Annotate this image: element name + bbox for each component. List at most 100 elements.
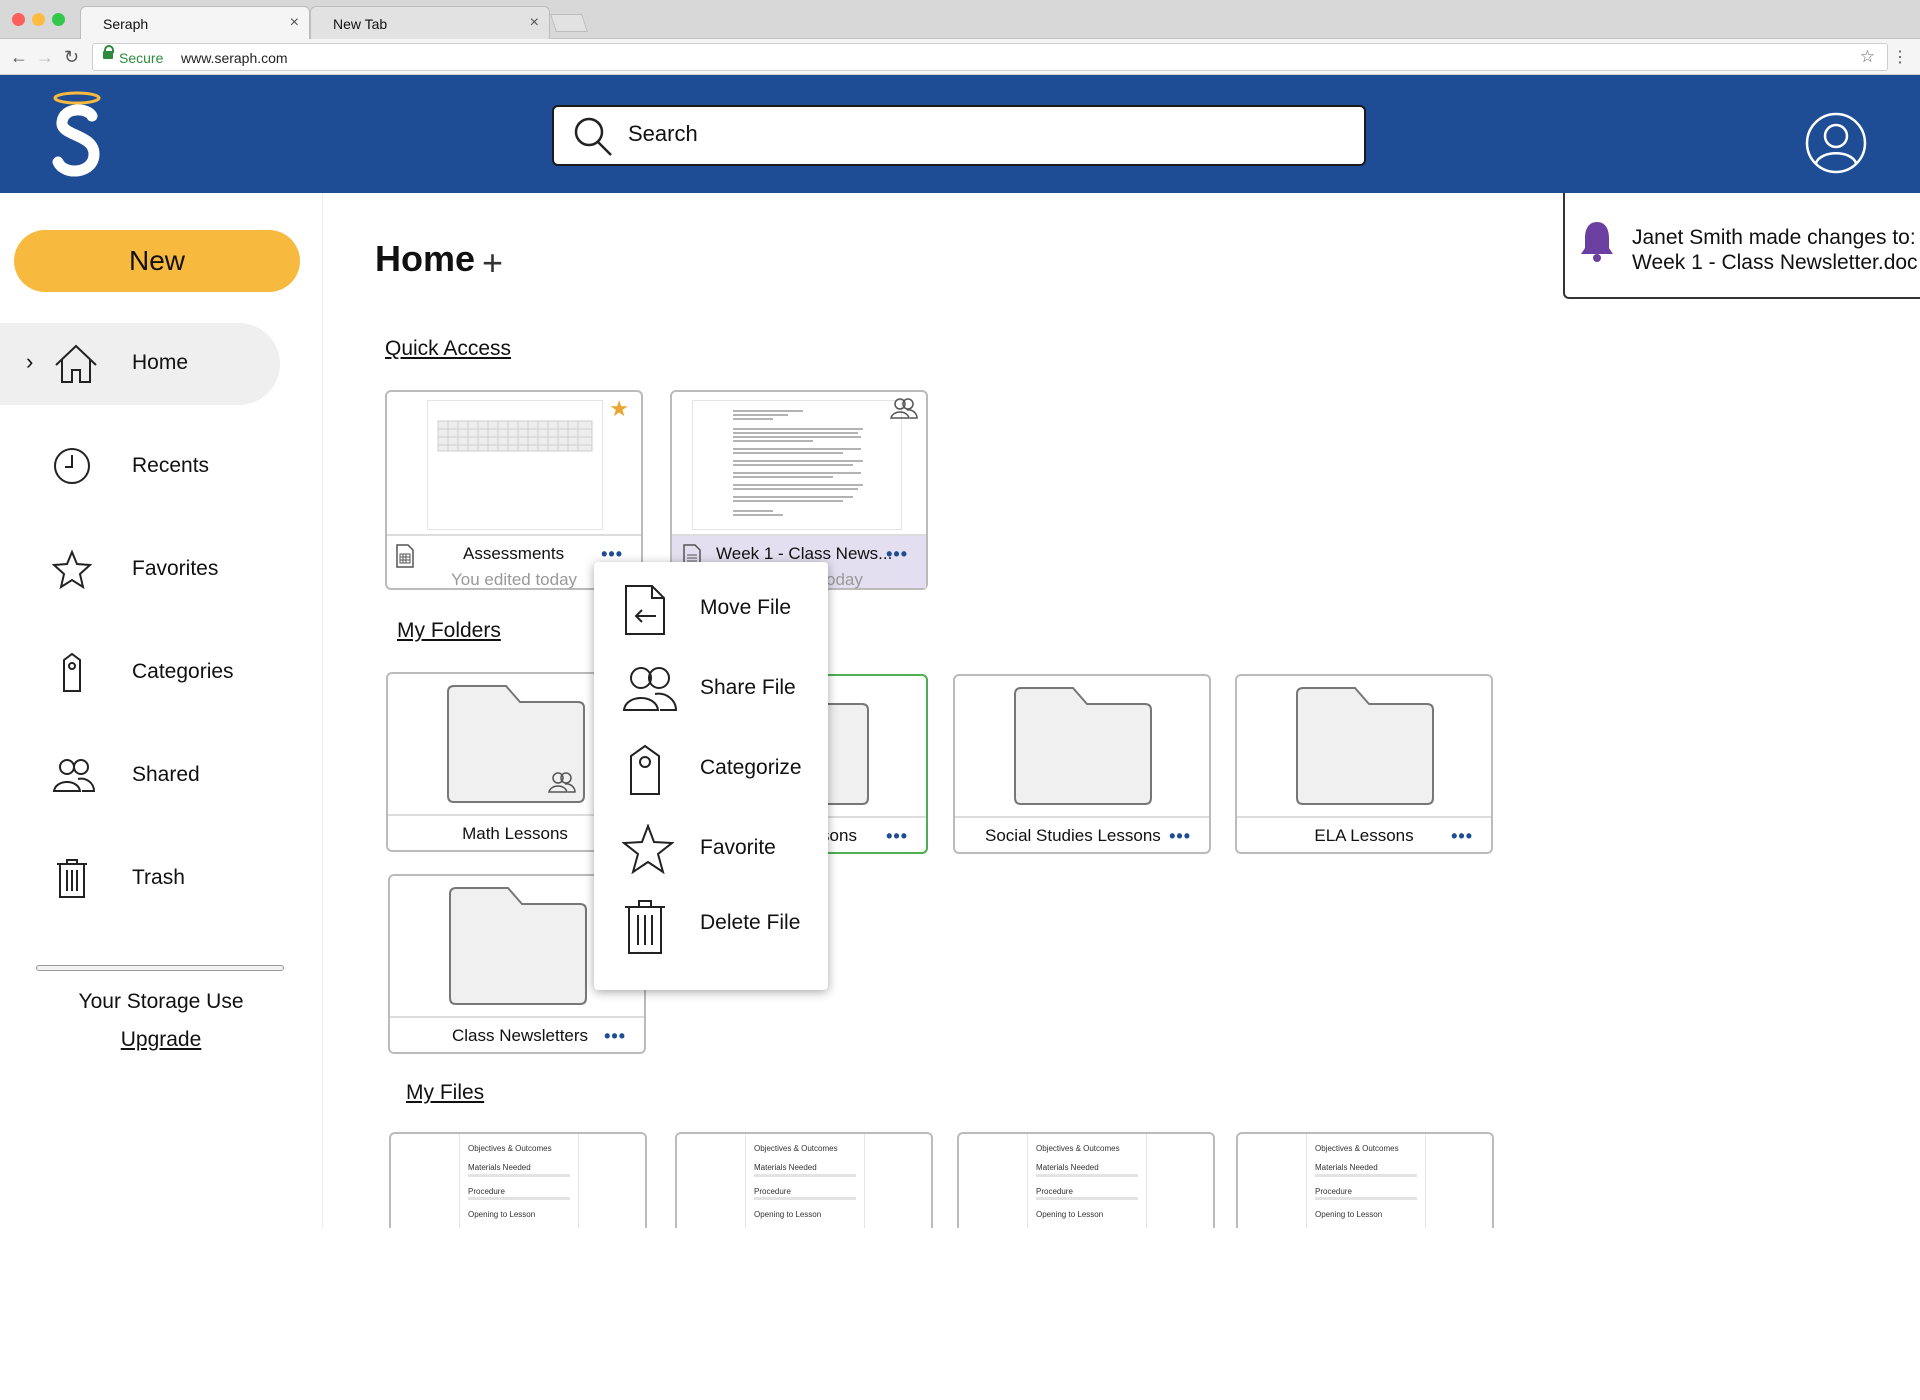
share-people-icon [622, 667, 678, 711]
document-thumbnail [692, 400, 902, 530]
tab-new-tab[interactable]: New Tab × [310, 6, 550, 39]
browser-menu-icon[interactable]: ⋮ [1892, 47, 1908, 67]
file-card[interactable]: Objectives & Outcomes Materials Needed P… [675, 1132, 933, 1232]
menu-item-share-file[interactable]: Share File [594, 652, 828, 728]
reload-icon[interactable]: ↻ [64, 47, 79, 68]
user-avatar-icon[interactable] [1805, 112, 1867, 174]
menu-item-favorite[interactable]: Favorite [594, 812, 828, 888]
sidebar-item-trash[interactable]: Trash [0, 838, 280, 920]
folder-ela-lessons[interactable]: ELA Lessons ••• [1235, 674, 1493, 854]
sidebar-item-label: Shared [132, 763, 200, 786]
preview-line: Opening to Lesson [754, 1210, 822, 1219]
sidebar-divider [322, 193, 323, 1228]
maximize-window-button[interactable] [52, 13, 65, 26]
folder-icon [1014, 687, 1152, 805]
preview-line: Objectives & Outcomes [754, 1144, 838, 1153]
tag-icon [630, 744, 660, 795]
search-input[interactable] [628, 121, 1328, 147]
close-tab-icon[interactable]: × [290, 14, 299, 32]
sidebar-item-recents[interactable]: Recents [0, 426, 280, 508]
file-card[interactable]: Objectives & Outcomes Materials Needed P… [957, 1132, 1215, 1232]
file-card[interactable]: Objectives & Outcomes Materials Needed P… [389, 1132, 647, 1232]
folder-social-studies-lessons[interactable]: Social Studies Lessons ••• [953, 674, 1211, 854]
card-name: Week 1 - Class News... [716, 544, 893, 563]
storage-usage-bar [36, 965, 284, 971]
url-text: www.seraph.com [181, 50, 288, 66]
address-bar-row: ← → ↻ Secure www.seraph.com ☆ ⋮ [0, 39, 1920, 75]
quick-access-card-assessments[interactable]: ★ Assessments ••• You edited today [385, 390, 643, 590]
menu-item-categorize[interactable]: Categorize [594, 732, 828, 808]
more-options-button[interactable]: ••• [604, 1026, 626, 1047]
app-header [0, 75, 1920, 193]
close-tab-icon[interactable]: × [530, 14, 539, 32]
bell-icon [1581, 222, 1613, 262]
back-arrow-icon[interactable]: ← [10, 47, 28, 68]
tab-seraph[interactable]: Seraph × [80, 6, 310, 39]
sidebar-item-home[interactable]: › Home [0, 323, 280, 405]
menu-item-delete-file[interactable]: Delete File [594, 887, 828, 963]
quick-access-heading[interactable]: Quick Access [385, 337, 511, 361]
add-button[interactable]: + [482, 242, 503, 284]
preview-text-line [1036, 1197, 1138, 1200]
bookmark-star-icon[interactable]: ☆ [1860, 47, 1875, 67]
new-button[interactable]: New [14, 230, 300, 292]
forward-arrow-icon[interactable]: → [36, 47, 54, 68]
people-icon [52, 759, 96, 792]
folder-icon [1296, 687, 1434, 805]
preview-line: Materials Needed [468, 1163, 531, 1172]
star-icon [52, 549, 92, 589]
sidebar-item-label: Home [132, 351, 189, 374]
sidebar-item-label: Categories [132, 660, 234, 683]
seraph-logo[interactable] [50, 90, 104, 182]
tab-title: New Tab [333, 16, 388, 32]
my-files-heading[interactable]: My Files [406, 1081, 484, 1105]
search-bar[interactable] [552, 105, 1366, 166]
more-options-button[interactable]: ••• [1169, 826, 1191, 847]
shared-icon [890, 398, 918, 419]
more-options-button[interactable]: ••• [886, 826, 908, 847]
menu-item-label: Favorite [700, 836, 776, 859]
preview-line: Materials Needed [754, 1163, 817, 1172]
minimize-window-button[interactable] [32, 13, 45, 26]
trash-icon [57, 859, 87, 898]
preview-line: Materials Needed [1036, 1163, 1099, 1172]
address-bar[interactable]: Secure www.seraph.com ☆ [92, 43, 1888, 71]
more-options-button[interactable]: ••• [886, 544, 908, 565]
sidebar-item-favorites[interactable]: Favorites [0, 529, 280, 611]
favorite-star-icon[interactable]: ★ [609, 396, 629, 422]
notification-line-2: Week 1 - Class Newsletter.doc [1632, 251, 1918, 274]
tag-icon [63, 652, 81, 692]
sidebar-item-categories[interactable]: Categories [0, 632, 280, 714]
notification-line-1: Janet Smith made changes to: [1632, 226, 1916, 249]
storage-label: Your Storage Use [78, 990, 244, 1013]
my-folders-heading[interactable]: My Folders [397, 619, 501, 643]
preview-text-line [468, 1174, 570, 1177]
shared-icon [548, 772, 576, 793]
card-name: Assessments [463, 544, 565, 563]
spreadsheet-thumbnail [427, 400, 603, 530]
page-title: Home [375, 238, 476, 279]
quick-access-card-week1[interactable]: Week 1 - Class News... ••• oday [670, 390, 928, 590]
more-options-button[interactable]: ••• [1451, 826, 1473, 847]
preview-line: Opening to Lesson [1036, 1210, 1104, 1219]
notification-message: Janet Smith made changes to: Week 1 - Cl… [1632, 225, 1918, 275]
tab-title: Seraph [103, 16, 149, 32]
page-bottom-area [0, 1228, 1920, 1400]
new-tab-button[interactable] [550, 14, 588, 32]
menu-item-move-file[interactable]: Move File [594, 572, 828, 648]
file-card[interactable]: Objectives & Outcomes Materials Needed P… [1236, 1132, 1494, 1232]
preview-line: Opening to Lesson [1315, 1210, 1383, 1219]
secure-label: Secure [119, 50, 164, 66]
menu-item-label: Move File [700, 596, 792, 619]
browser-tab-bar: Seraph × New Tab × [0, 0, 1920, 39]
preview-line: Materials Needed [1315, 1163, 1378, 1172]
preview-text-line [754, 1197, 856, 1200]
preview-line: Procedure [1036, 1187, 1073, 1196]
upgrade-link[interactable]: Upgrade [0, 1028, 322, 1052]
preview-line: Opening to Lesson [468, 1210, 536, 1219]
notification-toast[interactable]: Janet Smith made changes to: Week 1 - Cl… [1563, 193, 1920, 299]
sidebar-item-shared[interactable]: Shared [0, 735, 280, 817]
close-window-button[interactable] [12, 13, 25, 26]
preview-text-line [1036, 1174, 1138, 1177]
preview-line: Objectives & Outcomes [1036, 1144, 1120, 1153]
